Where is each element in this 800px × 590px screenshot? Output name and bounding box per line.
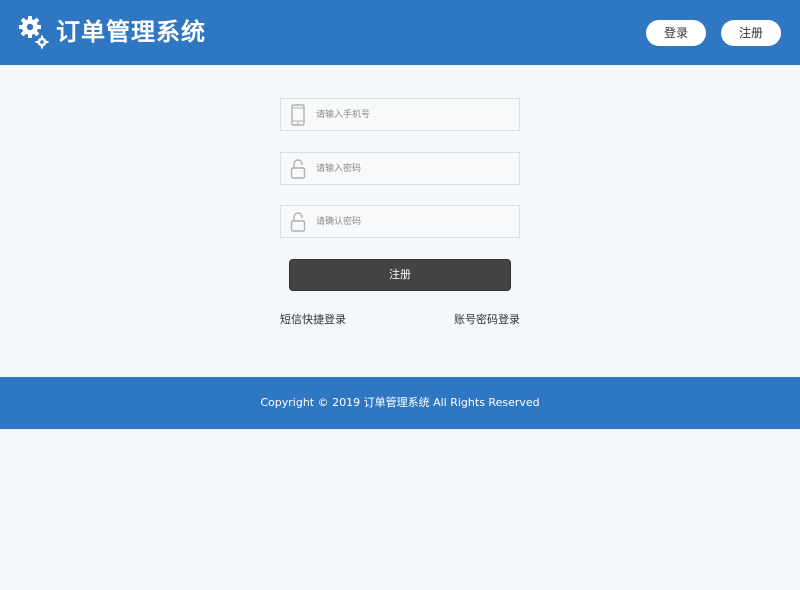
password-field[interactable]: [280, 152, 520, 185]
unlock-icon: [290, 211, 306, 232]
site-title: 订单管理系统: [56, 18, 206, 46]
gears-icon: [19, 16, 49, 49]
phone-input[interactable]: [314, 108, 508, 121]
mobile-phone-icon: [291, 103, 305, 126]
login-button[interactable]: 登录: [646, 20, 706, 46]
password-input[interactable]: [314, 162, 508, 175]
header-bar: 订单管理系统 登录 注册: [0, 0, 800, 65]
sms-login-link[interactable]: 短信快捷登录: [280, 311, 346, 327]
password-login-link[interactable]: 账号密码登录: [454, 311, 520, 327]
logo[interactable]: 订单管理系统: [18, 14, 206, 50]
confirm-password-field[interactable]: [280, 205, 520, 238]
register-button[interactable]: 注册: [721, 20, 781, 46]
phone-field[interactable]: [280, 98, 520, 131]
copyright-text: Copyright © 2019 订单管理系统 All Rights Reser…: [260, 396, 540, 409]
register-submit-button[interactable]: 注册: [289, 259, 511, 291]
confirm-password-input[interactable]: [314, 215, 508, 228]
unlock-icon: [290, 158, 306, 179]
footer-bar: Copyright © 2019 订单管理系统 All Rights Reser…: [0, 377, 800, 429]
